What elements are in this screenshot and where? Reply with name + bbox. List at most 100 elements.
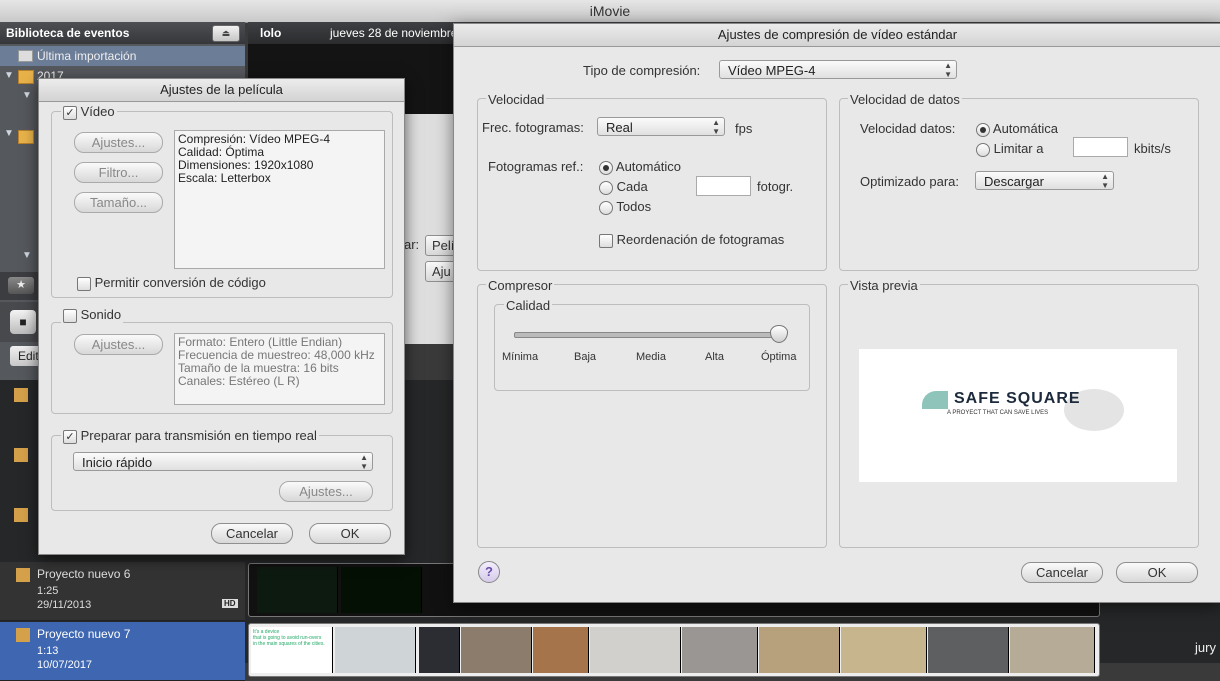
cancel-button[interactable]: Cancelar: [211, 523, 293, 544]
popup-arrows-icon: ▲ ▼: [712, 118, 720, 136]
quality-slider-track[interactable]: [514, 332, 782, 338]
keyframe-unit: fotogr.: [757, 179, 794, 194]
data-rate-group-label: Velocidad de datos: [848, 92, 962, 107]
radio-rate-limit-label: Limitar a: [993, 141, 1044, 156]
quality-tick-label: Óptima: [761, 351, 797, 363]
preview-tagline: A PROYECT THAT CAN SAVE LIVES: [947, 410, 1049, 416]
video-checkbox[interactable]: ✓: [63, 105, 77, 120]
film-frame: [461, 627, 532, 673]
event-library-header: Biblioteca de eventos: [0, 22, 245, 44]
data-rate-label: Velocidad datos:: [860, 121, 956, 136]
film-icon: [18, 50, 33, 62]
film-frame: [682, 627, 758, 673]
fps-popup[interactable]: Real ▲ ▼: [597, 117, 725, 136]
video-settings-button[interactable]: Ajustes...: [74, 132, 163, 153]
video-group-header[interactable]: ✓ Vídeo: [61, 104, 117, 120]
project-icon: [16, 628, 30, 642]
allow-transcode-row[interactable]: Permitir conversión de código: [77, 275, 266, 291]
radio-all-label: Todos: [616, 199, 652, 214]
compression-type-popup[interactable]: Vídeo MPEG-4 ▲ ▼: [719, 60, 957, 79]
streaming-settings-button[interactable]: Ajustes...: [279, 481, 373, 502]
quality-label: Calidad: [504, 298, 553, 313]
project-filmstrip-7[interactable]: It's a device that is going to avoid run…: [248, 623, 1100, 677]
project-name: Proyecto nuevo 6: [37, 567, 131, 581]
thumb-text: in the main squares of the cities.: [253, 641, 325, 647]
disclosure-triangle-icon[interactable]: ▼: [4, 66, 14, 86]
ok-button[interactable]: OK: [309, 523, 391, 544]
disclosure-triangle-icon[interactable]: ▼: [22, 250, 32, 261]
radio-every[interactable]: [599, 180, 613, 195]
sound-settings-button[interactable]: Ajustes...: [74, 334, 163, 355]
streaming-checkbox[interactable]: ✓: [63, 429, 77, 444]
keyframe-every-option[interactable]: Cada: [599, 179, 648, 195]
radio-every-label: Cada: [616, 179, 648, 194]
project-duration: 1:13: [37, 645, 59, 657]
video-size-button[interactable]: Tamaño...: [74, 192, 163, 213]
star-icon[interactable]: ★: [8, 277, 34, 294]
film-frame: [759, 627, 840, 673]
film-frame: [841, 627, 927, 673]
disclosure-triangle-icon[interactable]: ▼: [4, 128, 14, 139]
keyframe-interval-input[interactable]: [696, 176, 751, 196]
data-rate-auto-option[interactable]: Automática: [976, 121, 1058, 137]
fps-label: Frec. fotogramas:: [482, 120, 584, 135]
hidden-panel: [403, 114, 455, 344]
app-title-bar: iMovie: [0, 0, 1220, 23]
reorder-checkbox[interactable]: [599, 233, 613, 248]
event-date: jueves 28 de noviembre: [330, 26, 458, 40]
allow-transcode-label: Permitir conversión de código: [94, 275, 266, 290]
optimized-for-value: Descargar: [984, 174, 1044, 189]
radio-rate-auto-label: Automática: [992, 121, 1058, 136]
preview-image: SAFE SQUARE A PROYECT THAT CAN SAVE LIVE…: [859, 349, 1177, 482]
streaming-group-label: Preparar para transmisión en tiempo real: [80, 428, 317, 443]
data-rate-input[interactable]: [1073, 137, 1128, 157]
library-item-label: Última importación: [37, 49, 137, 63]
movie-settings-dialog: Ajustes de la película ✓ Vídeo Ajustes..…: [38, 78, 405, 555]
corner-label: jury: [1195, 640, 1216, 655]
disclosure-triangle-icon[interactable]: ▼: [22, 90, 32, 101]
film-frame: [335, 627, 416, 673]
hidden-label: ar:: [404, 237, 420, 252]
radio-rate-auto[interactable]: [976, 122, 990, 137]
optimized-for-popup[interactable]: Descargar ▲ ▼: [975, 171, 1114, 190]
eject-button[interactable]: ⏏: [212, 25, 240, 42]
ok-button[interactable]: OK: [1116, 562, 1198, 583]
sound-info-box: Formato: Entero (Little Endian) Frecuenc…: [174, 333, 385, 405]
allow-transcode-checkbox[interactable]: [77, 276, 91, 291]
radio-auto-label: Automático: [615, 159, 681, 174]
data-rate-limit-option[interactable]: Limitar a: [976, 141, 1043, 157]
film-frame: [341, 567, 422, 613]
keyframe-auto-option[interactable]: Automático: [599, 159, 681, 175]
streaming-group-header[interactable]: ✓ Preparar para transmisión en tiempo re…: [61, 428, 319, 444]
sound-group-header[interactable]: Sonido: [61, 307, 124, 323]
radio-rate-limit[interactable]: [976, 142, 990, 157]
radio-auto[interactable]: [599, 160, 613, 175]
streaming-popup[interactable]: Inicio rápido ▲ ▼: [73, 452, 373, 471]
reorder-frames-row[interactable]: Reordenación de fotogramas: [599, 232, 784, 248]
project-row-7[interactable]: Proyecto nuevo 7 1:13 10/07/2017: [0, 622, 245, 681]
preview-brand: SAFE SQUARE: [954, 390, 1081, 407]
film-frame: [1010, 627, 1095, 673]
preview-group-label: Vista previa: [848, 278, 920, 293]
cancel-button[interactable]: Cancelar: [1021, 562, 1103, 583]
camera-icon[interactable]: ■: [10, 310, 36, 334]
film-frame: [419, 627, 460, 673]
keyframes-label: Fotogramas ref.:: [488, 159, 584, 174]
keyframe-all-option[interactable]: Todos: [599, 199, 651, 215]
reorder-label: Reordenación de fotogramas: [616, 232, 785, 247]
popup-arrows-icon: ▲ ▼: [944, 61, 952, 79]
film-frame: [257, 567, 338, 613]
compressor-group-label: Compresor: [486, 278, 555, 293]
dialog-title: Ajustes de compresión de vídeo estándar: [454, 24, 1220, 47]
sound-checkbox[interactable]: [63, 308, 77, 323]
popup-arrows-icon: ▲ ▼: [360, 453, 368, 471]
library-item-last-import[interactable]: Última importación: [0, 46, 245, 66]
help-button[interactable]: ?: [478, 561, 500, 583]
project-row-6[interactable]: Proyecto nuevo 6 1:25 29/11/2013 HD: [0, 562, 245, 621]
video-filter-button[interactable]: Filtro...: [74, 162, 163, 183]
compression-type-label: Tipo de compresión:: [583, 63, 701, 78]
dialog-title: Ajustes de la película: [39, 79, 404, 102]
speed-group-label: Velocidad: [486, 92, 547, 107]
film-frame: It's a device that is going to avoid run…: [251, 627, 333, 673]
radio-all[interactable]: [599, 200, 613, 215]
